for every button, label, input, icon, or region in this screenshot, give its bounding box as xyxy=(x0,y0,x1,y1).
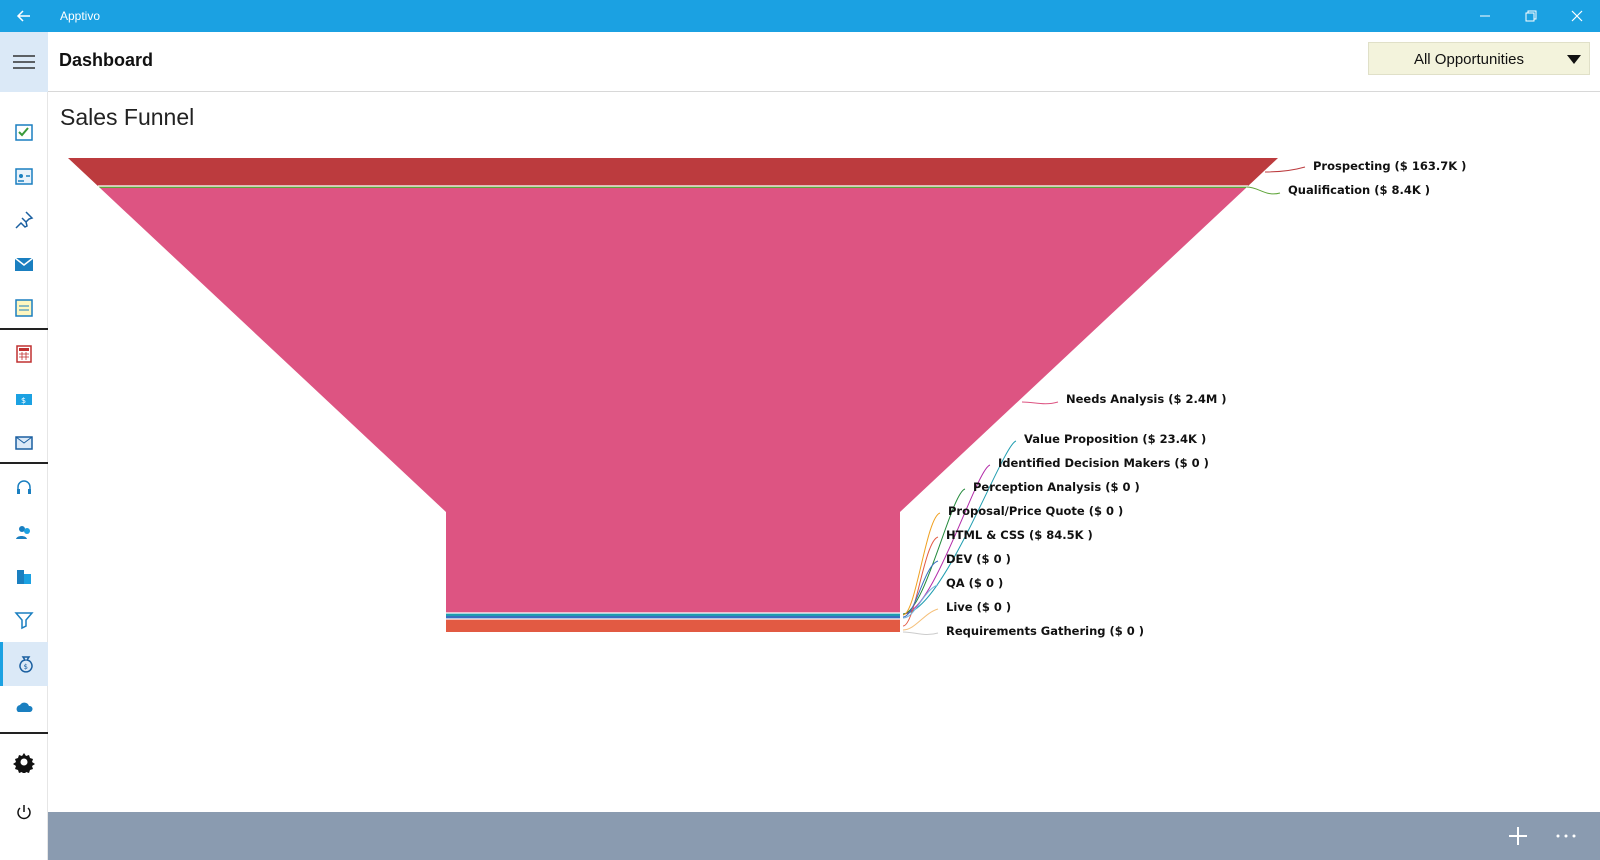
more-icon xyxy=(1556,834,1576,838)
dollar-wallet-icon: $ xyxy=(16,394,32,405)
stage-label-qa: QA ($ 0 ) xyxy=(946,576,1003,590)
sales-funnel-chart: Prospecting ($ 163.7K ) Qualification ($ … xyxy=(68,158,1466,638)
funnel-segment-prospecting xyxy=(68,158,1278,186)
stage-label-value-proposition: Value Proposition ($ 23.4K ) xyxy=(1024,432,1206,446)
email-campaign-icon xyxy=(15,436,33,450)
stage-label-html-css: HTML & CSS ($ 84.5K ) xyxy=(946,528,1093,542)
svg-text:$: $ xyxy=(21,396,26,405)
money-bag-icon: $ xyxy=(18,656,33,673)
calculator-icon xyxy=(16,345,32,363)
leader-line-requirements-gathering xyxy=(902,631,939,636)
sidebar-item-tasks[interactable] xyxy=(0,110,48,154)
dropdown-selected-value: All Opportunities xyxy=(1413,51,1525,68)
sidebar-item-users[interactable] xyxy=(0,510,48,554)
gear-icon xyxy=(13,753,35,773)
sidebar-item-funnel[interactable] xyxy=(0,598,48,642)
bottom-app-bar xyxy=(48,812,1600,860)
menu-button[interactable] xyxy=(0,32,48,92)
calendar-task-icon xyxy=(15,124,33,141)
stage-label-prospecting: Prospecting ($ 163.7K ) xyxy=(1313,159,1466,173)
back-button[interactable] xyxy=(8,0,40,32)
power-icon xyxy=(17,805,31,820)
stage-label-needs-analysis: Needs Analysis ($ 2.4M ) xyxy=(1066,392,1227,406)
sidebar-item-notes[interactable] xyxy=(0,286,48,330)
restore-icon xyxy=(1525,10,1537,22)
pin-icon xyxy=(15,211,34,229)
users-icon xyxy=(16,526,30,539)
hamburger-icon xyxy=(13,55,35,69)
leader-line-prospecting xyxy=(1264,166,1306,173)
sidebar-item-cloud[interactable] xyxy=(0,686,48,730)
sidebar-divider xyxy=(0,462,48,464)
mail-icon xyxy=(14,257,34,271)
stage-label-dev: DEV ($ 0 ) xyxy=(946,552,1011,566)
sidebar-divider xyxy=(0,328,48,330)
stage-label-identified-decision-makers: Identified Decision Makers ($ 0 ) xyxy=(998,456,1209,470)
restore-button[interactable] xyxy=(1508,0,1554,32)
page-title: Dashboard xyxy=(59,50,154,70)
stage-label-qualification: Qualification ($ 8.4K ) xyxy=(1288,183,1430,197)
sidebar: $ $ xyxy=(0,32,48,860)
more-button[interactable] xyxy=(1550,820,1582,852)
funnel-segment-html-css xyxy=(446,619,900,632)
app-title: Apptivo xyxy=(60,9,101,23)
close-button[interactable] xyxy=(1554,0,1600,32)
minimize-button[interactable] xyxy=(1462,0,1508,32)
power-button[interactable] xyxy=(0,790,48,834)
sidebar-item-calculator[interactable] xyxy=(0,332,48,376)
funnel-icon xyxy=(14,612,34,630)
sidebar-item-contacts[interactable] xyxy=(0,154,48,198)
stage-label-perception-analysis: Perception Analysis ($ 0 ) xyxy=(973,480,1140,494)
title-bar: Apptivo xyxy=(0,0,1600,32)
plus-icon xyxy=(1509,827,1527,845)
arrow-left-icon xyxy=(16,10,30,22)
headset-icon xyxy=(17,480,31,494)
leader-line-needs-analysis xyxy=(1021,401,1059,405)
sidebar-divider xyxy=(0,732,48,734)
notes-icon xyxy=(15,299,33,317)
close-icon xyxy=(1571,10,1583,22)
sidebar-item-companies[interactable] xyxy=(0,554,48,598)
chevron-down-icon xyxy=(1567,55,1581,64)
buildings-icon xyxy=(17,570,31,584)
sidebar-item-opportunities[interactable]: $ xyxy=(0,642,48,686)
svg-text:$: $ xyxy=(23,663,27,671)
sidebar-item-wallet[interactable]: $ xyxy=(0,376,48,420)
contact-card-icon xyxy=(15,168,33,185)
page-header: Dashboard All Opportunities xyxy=(48,32,1600,92)
cloud-icon xyxy=(16,702,33,712)
add-button[interactable] xyxy=(1502,820,1534,852)
settings-button[interactable] xyxy=(0,740,48,784)
sidebar-item-mail[interactable] xyxy=(0,242,48,286)
stage-label-live: Live ($ 0 ) xyxy=(946,600,1011,614)
leader-line-qualification xyxy=(1246,186,1281,195)
sidebar-item-pins[interactable] xyxy=(0,198,48,242)
minimize-icon xyxy=(1480,15,1490,17)
stage-label-proposal-price-quote: Proposal/Price Quote ($ 0 ) xyxy=(948,504,1123,518)
stage-label-requirements-gathering: Requirements Gathering ($ 0 ) xyxy=(946,624,1144,638)
sidebar-item-support[interactable] xyxy=(0,466,48,510)
opportunities-filter-dropdown[interactable]: All Opportunities xyxy=(1368,42,1590,75)
sidebar-item-email-campaign[interactable] xyxy=(0,420,48,464)
